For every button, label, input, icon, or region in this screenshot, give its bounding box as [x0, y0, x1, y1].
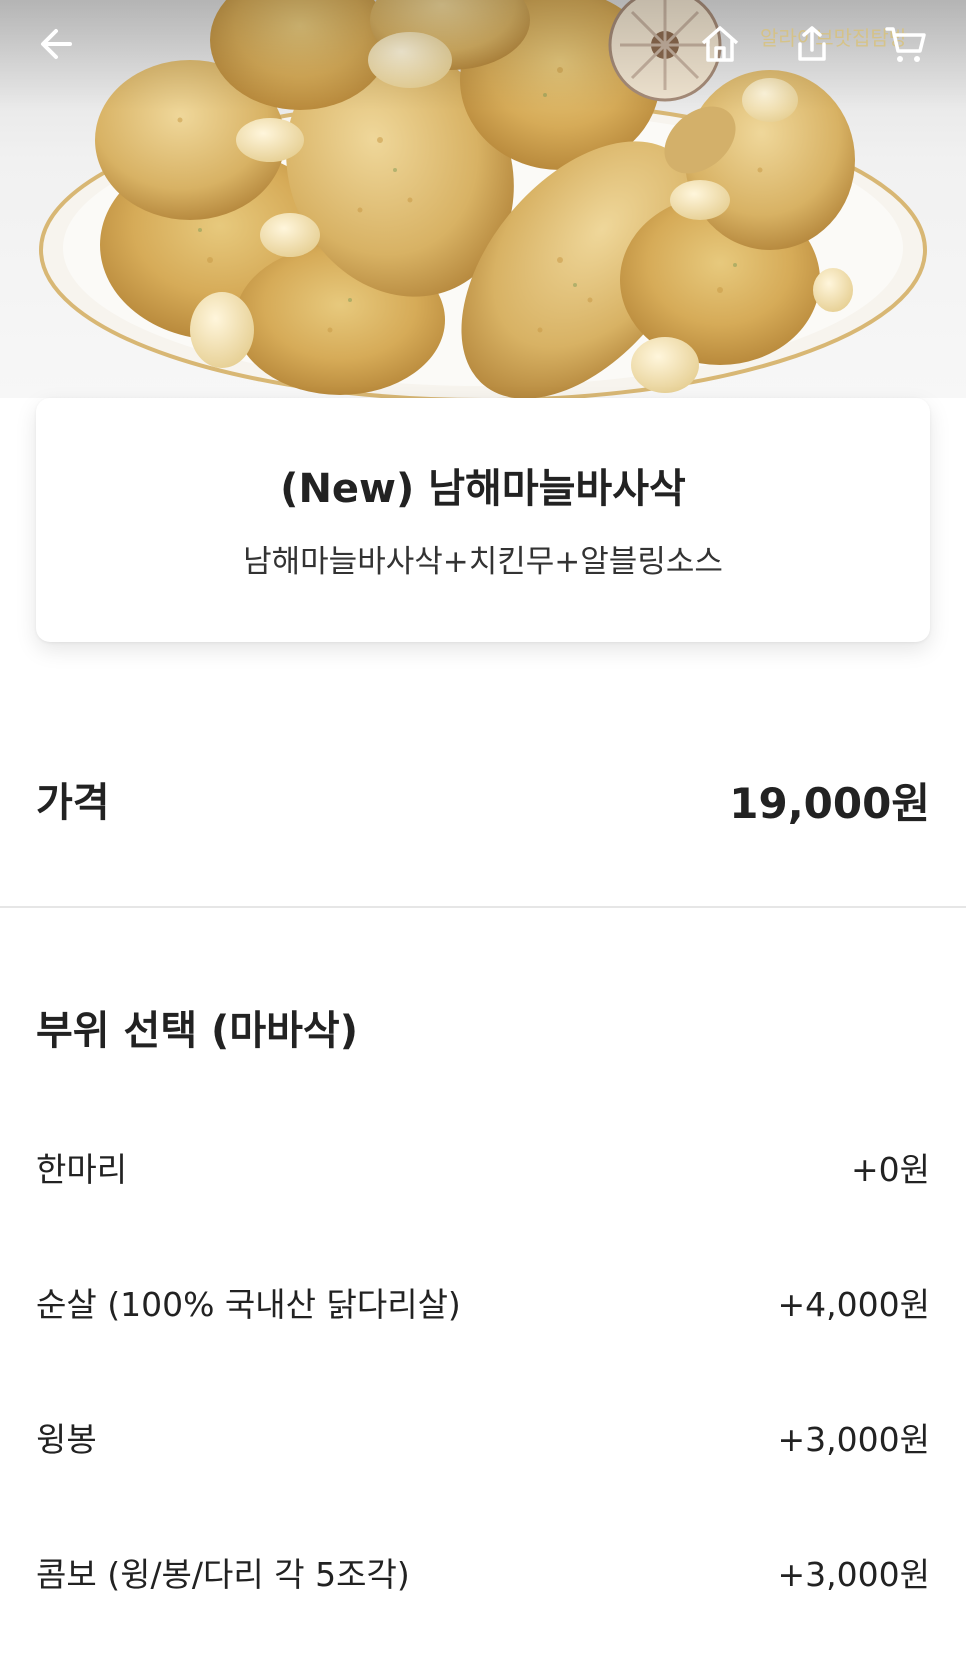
option-name: 콤보 (윙/봉/다리 각 5조각)	[36, 1555, 410, 1594]
product-info-card: (New) 남해마늘바사삭 남해마늘바사삭+치킨무+알블링소스	[36, 398, 930, 642]
option-price: +3,000원	[777, 1420, 930, 1459]
option-item-combo[interactable]: 콤보 (윙/봉/다리 각 5조각) +3,000원	[0, 1530, 966, 1610]
top-app-bar: 알라이브맛집탐방	[0, 0, 966, 90]
option-name: 윙봉	[36, 1420, 97, 1459]
option-item-wing-drumstick[interactable]: 윙봉 +3,000원	[0, 1395, 966, 1475]
arrow-left-icon	[41, 29, 72, 59]
price-label: 가격	[36, 780, 110, 826]
share-icon	[798, 26, 826, 61]
option-item-boneless[interactable]: 순살 (100% 국내산 닭다리살) +4,000원	[0, 1260, 966, 1340]
option-name: 순살 (100% 국내산 닭다리살)	[36, 1285, 461, 1324]
product-name: (New) 남해마늘바사삭	[280, 466, 686, 512]
option-item-whole[interactable]: 한마리 +0원	[0, 1125, 966, 1205]
option-group-title: 부위 선택 (마바삭)	[36, 1008, 359, 1054]
home-icon	[701, 26, 739, 62]
back-button[interactable]	[28, 16, 84, 72]
product-description: 남해마늘바사삭+치킨무+알블링소스	[243, 544, 723, 580]
price-value: 19,000원	[729, 779, 930, 828]
section-divider	[0, 906, 966, 908]
home-button[interactable]	[692, 16, 748, 72]
option-price: +3,000원	[777, 1555, 930, 1594]
cart-icon	[885, 27, 926, 62]
option-name: 한마리	[36, 1150, 128, 1189]
share-button[interactable]	[784, 16, 840, 72]
option-price: +4,000원	[777, 1285, 930, 1324]
cart-button[interactable]	[878, 16, 934, 72]
option-price: +0원	[850, 1150, 930, 1189]
